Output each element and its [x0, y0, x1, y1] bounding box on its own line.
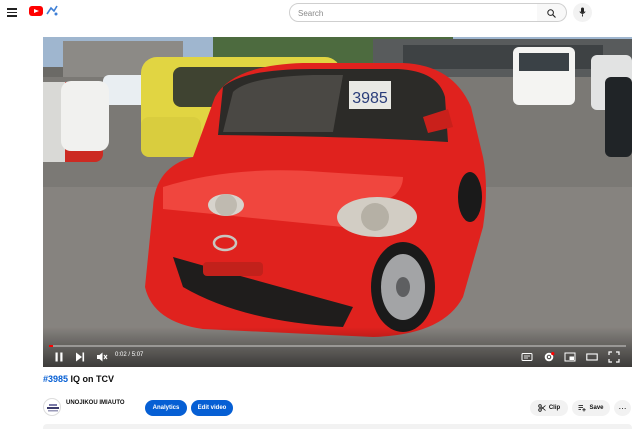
fullscreen-icon[interactable]	[608, 351, 620, 363]
theater-mode-icon[interactable]	[586, 351, 598, 363]
youtube-logo-icon[interactable]	[29, 6, 43, 16]
time-separator: /	[128, 352, 131, 358]
save-label: Save	[589, 405, 604, 411]
microphone-icon	[579, 7, 586, 17]
time-display: 0:02 / 5:07	[115, 352, 143, 358]
edit-video-button[interactable]: Edit video	[191, 400, 233, 416]
hamburger-menu-icon[interactable]	[7, 8, 17, 17]
video-hashtag-link[interactable]: #3985	[43, 374, 68, 384]
search-input[interactable]	[298, 7, 518, 19]
video-title: #3985 IQ on TCV	[43, 374, 114, 384]
current-time: 0:02	[115, 352, 127, 358]
video-title-text: IQ on TCV	[68, 374, 115, 384]
scissors-icon	[538, 404, 546, 412]
total-time: 5:07	[131, 352, 144, 358]
plate-number-label: 3985	[352, 90, 388, 107]
search-box	[289, 3, 538, 22]
next-video-icon[interactable]	[74, 351, 86, 363]
search-icon	[547, 9, 556, 18]
save-button[interactable]: Save	[572, 400, 610, 416]
mute-icon[interactable]	[96, 351, 108, 363]
progress-bar-played	[49, 345, 54, 347]
description-box[interactable]	[43, 424, 632, 429]
logo-doodle-icon[interactable]	[45, 4, 59, 17]
miniplayer-icon[interactable]	[564, 351, 576, 363]
channel-name-link[interactable]: UNOJIKOU IMIAUTO	[66, 400, 125, 406]
channel-avatar[interactable]	[43, 398, 61, 416]
search-button[interactable]	[537, 3, 567, 22]
subtitles-icon[interactable]	[521, 351, 533, 363]
more-actions-button[interactable]: ⋯	[614, 400, 631, 416]
masthead	[0, 0, 640, 28]
progress-bar[interactable]	[49, 345, 626, 347]
settings-gear-icon[interactable]	[543, 351, 555, 363]
analytics-button[interactable]: Analytics	[145, 400, 187, 416]
pause-icon[interactable]	[53, 351, 65, 363]
clip-label: Clip	[548, 405, 561, 411]
voice-search-button[interactable]	[573, 3, 592, 22]
video-player[interactable]: 3985 0:02 / 5:07	[43, 37, 632, 367]
save-playlist-icon	[578, 405, 587, 412]
clip-button[interactable]: Clip	[530, 400, 568, 416]
video-frame: 3985	[43, 37, 632, 367]
channel-logo-icon	[47, 404, 59, 412]
